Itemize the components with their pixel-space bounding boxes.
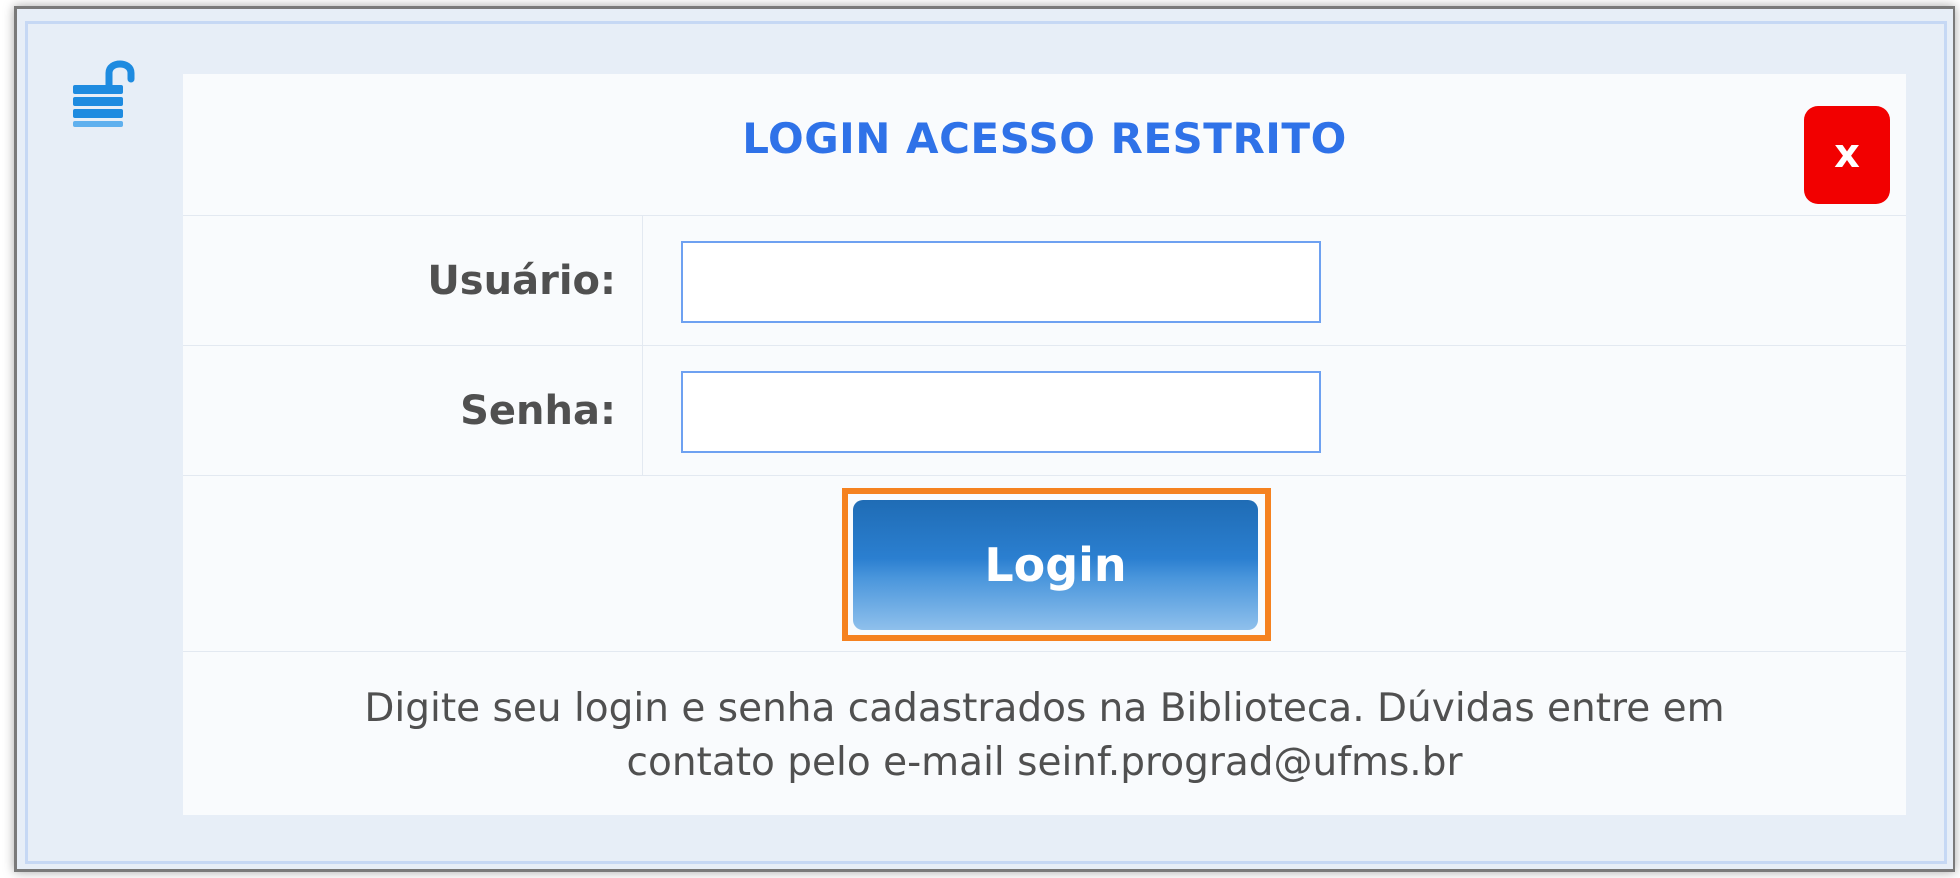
password-input[interactable]	[681, 371, 1321, 453]
user-label-cell: Usuário:	[183, 216, 643, 345]
unlocked-padlock-icon	[69, 55, 139, 131]
login-button[interactable]: Login	[853, 500, 1258, 630]
help-text-line-2: contato pelo e-mail seinf.prograd@ufms.b…	[626, 740, 1463, 785]
login-panel: LOGIN ACESSO RESTRITO x Usuário: Senha: …	[183, 74, 1906, 815]
button-row: Login	[183, 476, 1906, 652]
user-input[interactable]	[681, 241, 1321, 323]
user-label: Usuário:	[427, 258, 616, 304]
close-button[interactable]: x	[1804, 106, 1890, 204]
footer-row: Digite seu login e senha cadastrados na …	[183, 652, 1906, 815]
help-text: Digite seu login e senha cadastrados na …	[183, 682, 1906, 790]
dialog-title: LOGIN ACESSO RESTRITO	[742, 114, 1347, 163]
password-label: Senha:	[460, 388, 616, 434]
user-row: Usuário:	[183, 216, 1906, 346]
login-dialog-window: LOGIN ACESSO RESTRITO x Usuário: Senha: …	[14, 6, 1955, 872]
title-row: LOGIN ACESSO RESTRITO x	[183, 74, 1906, 216]
password-row: Senha:	[183, 346, 1906, 476]
help-text-line-1: Digite seu login e senha cadastrados na …	[364, 686, 1725, 731]
password-label-cell: Senha:	[183, 346, 643, 475]
